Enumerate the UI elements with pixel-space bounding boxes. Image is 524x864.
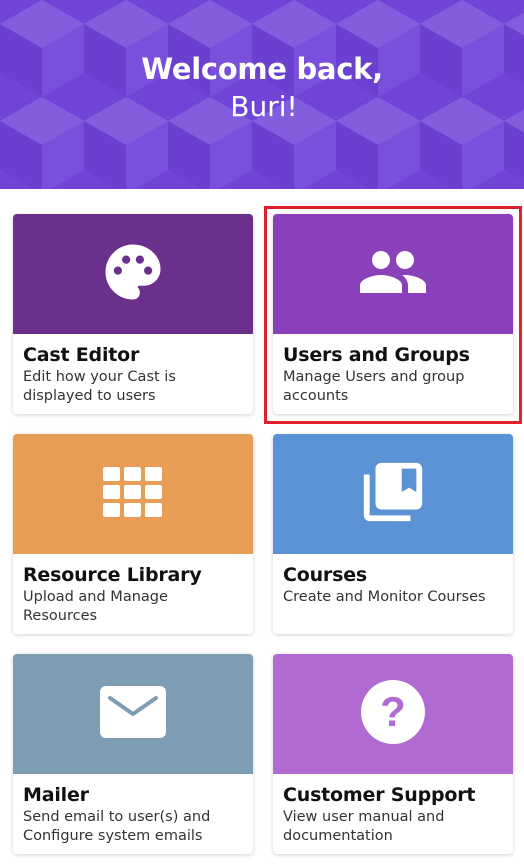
- user-name: Buri!: [230, 90, 298, 123]
- card-banner: [13, 654, 253, 774]
- card-title: Resource Library: [23, 564, 202, 586]
- card-banner: [273, 214, 513, 334]
- card-banner: [13, 214, 253, 334]
- card-banner: ?: [273, 654, 513, 774]
- card-description: Edit how your Cast is displayed to users: [23, 369, 176, 404]
- svg-text:?: ?: [380, 688, 406, 735]
- card-title: Mailer: [23, 784, 89, 806]
- card-description: View user manual and documentation: [283, 809, 445, 844]
- card-description: Upload and Manage Resources: [23, 589, 168, 624]
- card-description: Create and Monitor Courses: [283, 589, 486, 605]
- users-and-groups-card[interactable]: Users and Groups Manage Users and group …: [273, 214, 513, 414]
- card-description: Send email to user(s) and Configure syst…: [23, 809, 211, 844]
- mailer-card[interactable]: Mailer Send email to user(s) and Configu…: [13, 654, 253, 854]
- palette-icon: [100, 239, 166, 309]
- library-books-icon: [358, 457, 428, 531]
- welcome-banner: Welcome back, Buri!: [0, 0, 524, 189]
- card-title: Customer Support: [283, 784, 476, 806]
- welcome-message: Welcome back, Buri!: [0, 50, 524, 126]
- card-title: Users and Groups: [283, 344, 470, 366]
- card-banner: [13, 434, 253, 554]
- resource-library-card[interactable]: Resource Library Upload and Manage Resou…: [13, 434, 253, 634]
- users-icon: [357, 236, 429, 312]
- card-title: Cast Editor: [23, 344, 140, 366]
- help-icon: ?: [360, 679, 426, 749]
- card-description: Manage Users and group accounts: [283, 369, 465, 404]
- courses-card[interactable]: Courses Create and Monitor Courses: [273, 434, 513, 634]
- grid-icon: [103, 467, 163, 521]
- card-title: Courses: [283, 564, 367, 586]
- customer-support-card[interactable]: ? Customer Support View user manual and …: [273, 654, 513, 854]
- cast-editor-card[interactable]: Cast Editor Edit how your Cast is displa…: [13, 214, 253, 414]
- mail-icon: [100, 686, 166, 742]
- card-banner: [273, 434, 513, 554]
- welcome-heading: Welcome back,: [141, 52, 383, 86]
